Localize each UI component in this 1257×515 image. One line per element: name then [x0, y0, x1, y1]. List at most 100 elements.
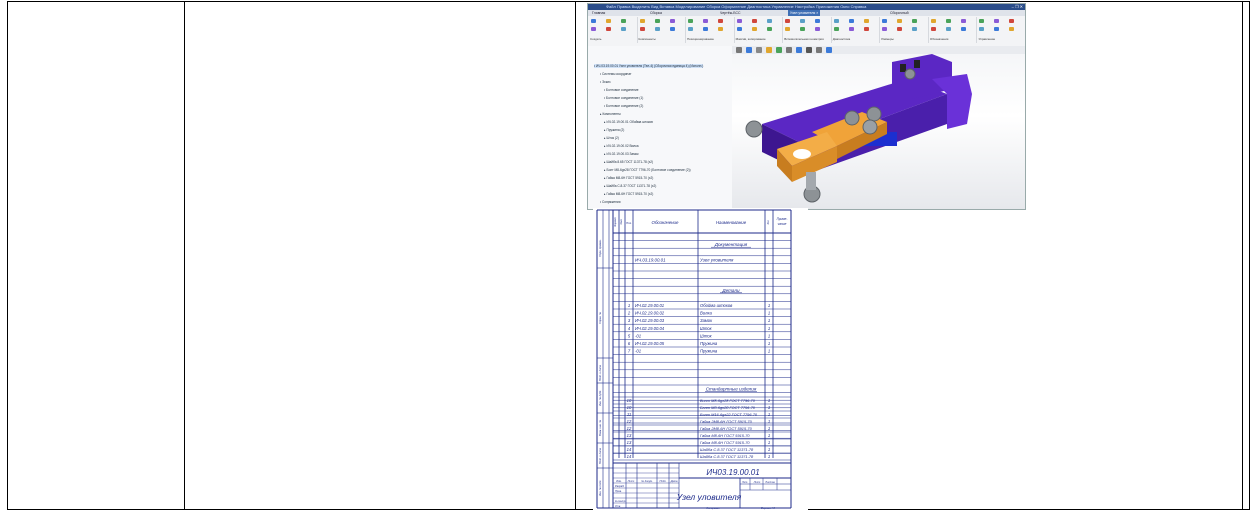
ribbon-tool-icon[interactable] [751, 19, 757, 23]
ribbon-group: Обозначения [928, 17, 978, 43]
part-qty: 1 [768, 333, 770, 338]
ribbon-tool-icon[interactable] [882, 27, 888, 31]
view-tool-icon[interactable] [776, 47, 782, 53]
ribbon-tool-icon[interactable] [979, 27, 985, 31]
ribbon-tool-icon[interactable] [736, 19, 742, 23]
ribbon-tool-icon[interactable] [669, 27, 675, 31]
ribbon-tool-icon[interactable] [654, 27, 660, 31]
ribbon-tool-icon[interactable] [703, 27, 709, 31]
tree-item[interactable]: • ИЧ.03.19.00.01 Узел уловителя (Тел-4) … [594, 64, 704, 68]
tree-item[interactable]: ▸ ИЧ.02.19.00.01 Обойма штоков [604, 120, 653, 124]
view-tool-icon[interactable] [756, 47, 762, 53]
ribbon-tool-icon[interactable] [639, 27, 645, 31]
ribbon-tool-icon[interactable] [621, 27, 626, 31]
tree-item[interactable]: ▸ Шток (2) [604, 136, 619, 140]
tree-item[interactable]: ▸ ИЧ.02.19.00.03 Замок [604, 152, 639, 156]
ribbon-tool-icon[interactable] [833, 19, 839, 23]
tree-item[interactable]: • Эскиз [600, 80, 611, 84]
role-label: Утв. [615, 504, 621, 508]
tree-item[interactable]: ▸ ИЧ.02.19.00.02 Вилка [604, 144, 639, 148]
ribbon-tool-icon[interactable] [606, 19, 611, 23]
specification-sheet: Формат Зона Поз. Обозначение Наименование Кол… [593, 208, 808, 510]
tree-item[interactable]: ▸ Болт М8-6gх28 ГОСТ 7796-70 (Болтовое с… [604, 168, 691, 172]
ribbon-tool-icon[interactable] [815, 27, 821, 31]
tree-item[interactable]: ▸ Компоненты [600, 112, 621, 116]
tree-item[interactable]: • Болтовое соединение [604, 88, 639, 92]
part-pos: 7 [628, 349, 631, 354]
ribbon-tool-icon[interactable] [800, 27, 806, 31]
std-qty: 1 [768, 398, 770, 403]
tree-item[interactable]: • Болтовое соединение (1) [604, 96, 643, 100]
ribbon-tool-icon[interactable] [591, 19, 596, 23]
tree-item[interactable]: • Сопряжения [600, 200, 620, 204]
part-qty: 1 [768, 326, 770, 331]
tree-item[interactable]: • Системы координат [600, 72, 631, 76]
view-tool-icon[interactable] [796, 47, 802, 53]
ribbon-tool-icon[interactable] [863, 19, 869, 23]
ribbon-tool-icon[interactable] [688, 27, 694, 31]
part-qty: 1 [768, 303, 770, 308]
tree-item[interactable]: ▸ Шайба С.8.37 ГОСТ 11371-78 (x2) [604, 184, 656, 188]
ribbon-tool-icon[interactable] [766, 19, 772, 23]
ribbon-tool-icon[interactable] [785, 19, 791, 23]
ribbon-tool-icon[interactable] [945, 27, 951, 31]
ribbon-tool-icon[interactable] [591, 27, 596, 31]
ribbon-tool-icon[interactable] [833, 27, 839, 31]
part-pos: 3 [628, 318, 631, 323]
3d-viewport[interactable] [732, 54, 1025, 209]
ribbon-tool-icon[interactable] [815, 19, 821, 23]
view-tool-icon[interactable] [766, 47, 772, 53]
tree-item[interactable]: ▸ Пружина (2) [604, 128, 624, 132]
ribbon-tool-icon[interactable] [703, 19, 709, 23]
ribbon-tool-icon[interactable] [912, 27, 918, 31]
ribbon-tool-icon[interactable] [736, 27, 742, 31]
tree-item[interactable]: ▸ Гайка М8-6Н ГОСТ 5915-70 (x2) [604, 192, 653, 196]
view-tool-icon[interactable] [806, 47, 812, 53]
ribbon-tool-icon[interactable] [912, 19, 918, 23]
ribbon-tool-icon[interactable] [1009, 19, 1015, 23]
ribbon-tool-icon[interactable] [1009, 27, 1015, 31]
std-name: Гайка М8-6Н ГОСТ 5915-70 [700, 440, 750, 445]
ribbon-tool-icon[interactable] [994, 19, 1000, 23]
ribbon-tool-icon[interactable] [960, 19, 966, 23]
footer-text: Копировал [707, 506, 720, 510]
ribbon-tool-icon[interactable] [654, 19, 660, 23]
ribbon-tool-icon[interactable] [960, 27, 966, 31]
ribbon-tool-icon[interactable] [979, 19, 985, 23]
ribbon-tool-icon[interactable] [669, 19, 675, 23]
ribbon-tool-icon[interactable] [718, 27, 724, 31]
ribbon-tool-icon[interactable] [621, 19, 626, 23]
ribbon-tool-icon[interactable] [848, 19, 854, 23]
tree-item[interactable]: • Болтовое соединение (2) [604, 104, 643, 108]
ribbon-tool-icon[interactable] [848, 27, 854, 31]
view-tool-icon[interactable] [816, 47, 822, 53]
ribbon-tool-icon[interactable] [897, 19, 903, 23]
ribbon-tool-icon[interactable] [930, 19, 936, 23]
view-tool-icon[interactable] [736, 47, 742, 53]
ribbon-tool-icon[interactable] [863, 27, 869, 31]
view-tool-icon[interactable] [786, 47, 792, 53]
ribbon-tool-icon[interactable] [785, 27, 791, 31]
part-designation: ИЧ.02.19.00.04 [635, 326, 665, 331]
fork-hole [793, 149, 811, 159]
ribbon-tool-icon[interactable] [800, 19, 806, 23]
ribbon-group: Позиционирование [685, 17, 735, 43]
ribbon-tool-icon[interactable] [688, 19, 694, 23]
tree-item[interactable]: ▸ Шайба 8.65 ГОСТ 11371-78 (x2) [604, 160, 653, 164]
ribbon-tool-icon[interactable] [897, 27, 903, 31]
tree-item[interactable]: ▸ Гайка М8-6Н ГОСТ 5915-70 (x2) [604, 176, 653, 180]
ribbon-tool-icon[interactable] [751, 27, 757, 31]
ribbon-tool-icon[interactable] [639, 19, 645, 23]
ribbon-tool-icon[interactable] [930, 27, 936, 31]
ribbon-tool-icon[interactable] [606, 27, 611, 31]
ribbon-tool-icon[interactable] [882, 19, 888, 23]
std-name: Гайка 2М8-6Н ГОСТ 5915-70 [700, 426, 753, 431]
view-tool-icon[interactable] [746, 47, 752, 53]
drawing-code: ИЧ03.19.00.01 [706, 468, 759, 477]
ribbon-tool-icon[interactable] [994, 27, 1000, 31]
ribbon-tool-icon[interactable] [945, 19, 951, 23]
ribbon-tool-icon[interactable] [766, 27, 772, 31]
ribbon-tool-icon[interactable] [718, 19, 724, 23]
std-name: Гайка М8-6Н ГОСТ 5915-70 [700, 433, 750, 438]
view-tool-icon[interactable] [826, 47, 832, 53]
